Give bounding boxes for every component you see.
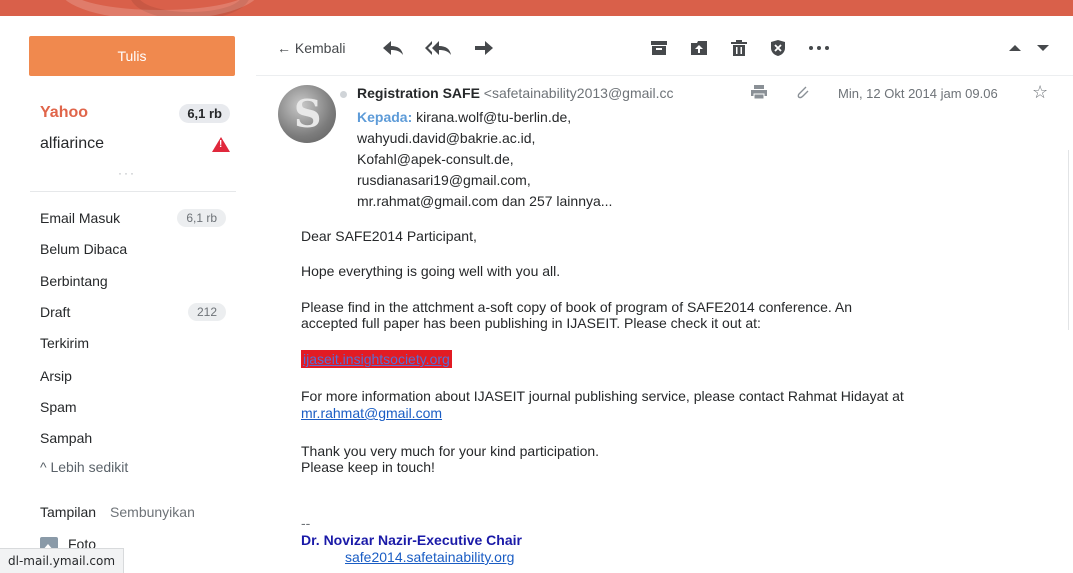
folder-inbox[interactable]: Email Masuk 6,1 rb xyxy=(40,206,226,230)
body-text: Thank you very much for your kind partic… xyxy=(301,443,600,459)
move-icon xyxy=(691,41,707,55)
recipient[interactable]: rusdianasari19@gmail.com, xyxy=(357,170,612,191)
recipients-block: Kepada: kirana.wolf@tu-berlin.de, wahyud… xyxy=(357,107,612,212)
recipient[interactable]: Kofahl@apek-consult.de, xyxy=(357,149,612,170)
archive-button[interactable] xyxy=(650,38,668,58)
more-actions-button[interactable] xyxy=(808,38,830,58)
read-status-dot[interactable] xyxy=(340,91,347,98)
greeting: Dear SAFE2014 Participant, xyxy=(301,228,477,244)
delete-button[interactable] xyxy=(730,38,748,58)
folder-label: Belum Dibaca xyxy=(40,241,128,257)
top-header-bar xyxy=(0,0,1073,16)
views-label: Tampilan xyxy=(40,504,97,520)
print-icon xyxy=(751,85,767,100)
folder-count-badge: 212 xyxy=(187,303,226,321)
message-date: Min, 12 Okt 2014 jam 09.06 xyxy=(838,86,998,101)
next-message-button[interactable] xyxy=(1036,38,1050,58)
email-link[interactable]: mr.rahmat@gmail.com xyxy=(301,405,442,421)
folder-archive[interactable]: Arsip xyxy=(40,364,226,388)
delete-icon xyxy=(731,39,747,56)
folder-label: Sampah xyxy=(40,430,93,446)
body-text: Please find in the attchment a-soft copy… xyxy=(301,299,852,315)
body-text: Please keep in touch! xyxy=(301,459,435,475)
recipient[interactable]: wahyudi.david@bakrie.ac.id, xyxy=(357,128,612,149)
message-toolbar: ← Kembali xyxy=(256,16,1073,76)
folder-label: Spam xyxy=(40,399,77,415)
body-text: Hope everything is going well with you a… xyxy=(301,263,561,279)
sender-name: Registration SAFE xyxy=(357,85,480,101)
sender-line[interactable]: Registration SAFE <safetainability2013@g… xyxy=(357,85,737,101)
folder-count-badge: 6,1 rb xyxy=(177,209,226,227)
folder-label: Arsip xyxy=(40,368,72,384)
more-icon xyxy=(809,46,829,50)
reply-icon xyxy=(383,41,403,55)
show-less-label: ^ Lebih sedikit xyxy=(40,459,129,475)
sender-avatar[interactable]: S xyxy=(278,85,336,143)
hide-views-link[interactable]: Sembunyikan xyxy=(110,504,195,520)
toolbar-divider xyxy=(256,75,1073,76)
folder-starred[interactable]: Berbintang xyxy=(40,269,226,293)
divider xyxy=(30,191,236,192)
show-less-link[interactable]: ^ Lebih sedikit xyxy=(40,455,226,479)
folder-drafts[interactable]: Draft 212 xyxy=(40,300,226,324)
folder-label: Terkirim xyxy=(40,335,89,351)
reply-all-button[interactable] xyxy=(424,38,452,58)
scrollbar-track[interactable] xyxy=(1068,150,1069,330)
next-icon xyxy=(1037,45,1049,51)
signature-url-link[interactable]: safe2014.safetainability.org xyxy=(345,549,514,565)
recipient-more[interactable]: mr.rahmat@gmail.com dan 257 lainnya... xyxy=(357,191,612,212)
attachment-icon xyxy=(797,86,809,99)
compose-button[interactable]: Tulis xyxy=(29,36,235,76)
folder-label: Email Masuk xyxy=(40,210,121,226)
previous-message-button[interactable] xyxy=(1008,38,1022,58)
account-yahoo[interactable]: Yahoo 6,1 rb xyxy=(40,101,230,125)
folder-trash[interactable]: Sampah xyxy=(40,426,226,450)
reply-all-icon xyxy=(425,41,451,55)
back-button[interactable]: ← Kembali xyxy=(277,38,345,58)
body-text: accepted full paper has been publishing … xyxy=(301,315,761,331)
account-alfiarince[interactable]: alfiarince xyxy=(40,132,230,156)
folder-label: Berbintang xyxy=(40,273,108,289)
print-button[interactable] xyxy=(750,84,768,104)
body-text: For more information about IJASEIT journ… xyxy=(301,388,904,404)
signature-separator: -- xyxy=(301,515,311,531)
signature-name: Dr. Novizar Nazir-Executive Chair xyxy=(301,532,522,548)
forward-button[interactable] xyxy=(474,38,494,58)
status-bar-url: dl-mail.ymail.com xyxy=(0,548,125,573)
account-name: alfiarince xyxy=(40,135,105,152)
account-name: Yahoo xyxy=(40,104,89,121)
folder-spam[interactable]: Spam xyxy=(40,395,226,419)
folder-unread[interactable]: Belum Dibaca xyxy=(40,237,226,261)
star-icon[interactable]: ☆ xyxy=(1032,82,1048,103)
reply-button[interactable] xyxy=(382,38,404,58)
more-accounts-icon[interactable]: ··· xyxy=(118,166,136,180)
folder-label: Draft xyxy=(40,304,71,320)
views-section-header: Tampilan Sembunyikan xyxy=(40,504,195,520)
recipient[interactable]: kirana.wolf@tu-berlin.de, xyxy=(416,109,571,125)
to-label: Kepada: xyxy=(357,109,413,125)
sender-email: <safetainability2013@gmail.cc xyxy=(483,85,674,101)
journal-link[interactable]: ijaseit.insightsociety.org xyxy=(301,350,452,368)
back-label: ← Kembali xyxy=(277,40,346,56)
spam-icon xyxy=(771,40,785,56)
folder-sent[interactable]: Terkirim xyxy=(40,331,226,355)
forward-icon xyxy=(475,41,493,55)
sidebar: Tulis Yahoo 6,1 rb alfiarince ··· Email … xyxy=(0,16,256,573)
unread-count-badge: 6,1 rb xyxy=(179,103,230,123)
attachment-button[interactable] xyxy=(795,84,811,104)
archive-icon xyxy=(651,41,667,55)
warning-icon xyxy=(212,136,230,152)
spam-button[interactable] xyxy=(770,38,786,58)
move-button[interactable] xyxy=(690,38,708,58)
prev-icon xyxy=(1009,45,1021,51)
